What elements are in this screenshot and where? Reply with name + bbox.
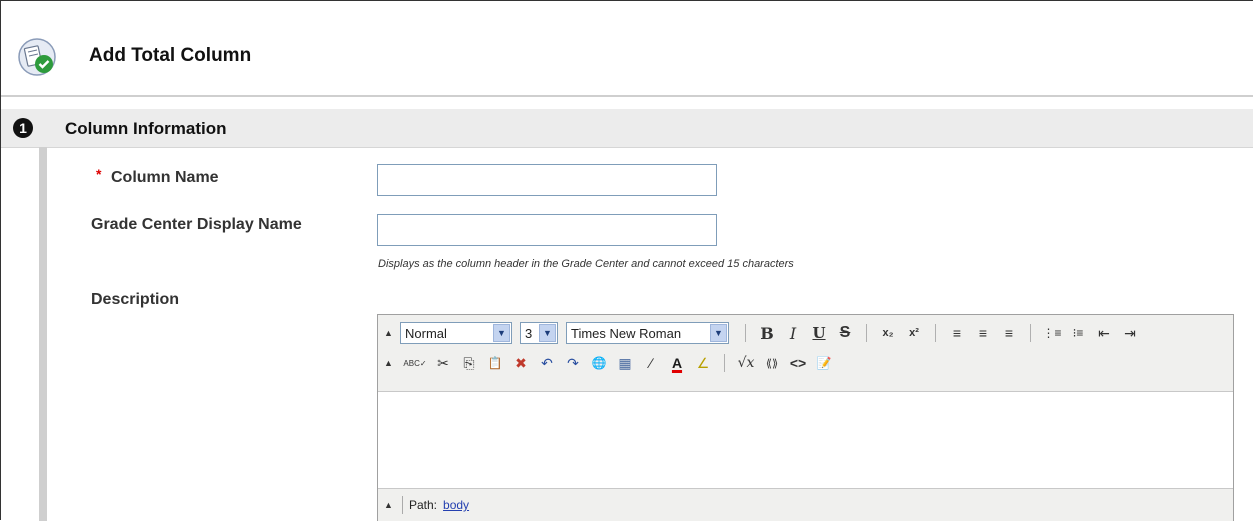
column-name-label: Column Name [111,169,219,186]
align-center-icon[interactable]: ≡ [972,322,994,344]
section-title: Column Information [65,119,227,138]
chevron-down-icon: ▼ [710,324,727,342]
cut-icon[interactable]: ✂ [432,352,454,374]
step-number-badge: 1 [13,118,33,138]
text-color-icon[interactable]: A [666,352,688,374]
draw-icon[interactable]: ∕ [640,352,662,374]
collapse-toolbar-icon[interactable]: ▲ [384,328,396,338]
editor-content-area[interactable] [378,392,1233,488]
indent-icon[interactable]: ⇥ [1119,322,1141,344]
column-check-icon [18,38,56,76]
copy-icon[interactable]: ⎘ [458,352,480,374]
toolbar-separator [935,324,936,342]
display-name-label: Grade Center Display Name [91,216,302,233]
strikethrough-icon[interactable]: S [834,322,856,344]
toolbar-row-1: ▲ Normal ▼ 3 ▼ Times New Roman ▼ B I U S [384,319,1143,347]
editor-toolbar: ▲ Normal ▼ 3 ▼ Times New Roman ▼ B I U S [378,315,1233,392]
toolbar-separator [745,324,746,342]
required-marker: * [96,166,102,182]
paste-icon[interactable]: 📋 [484,352,506,374]
section-header: 1 Column Information [1,109,1253,148]
page-frame: Add Total Column 1 Column Information * … [0,0,1253,521]
display-name-input[interactable] [377,214,717,246]
path-label: Path: [409,498,438,512]
size-select[interactable]: 3 ▼ [520,322,558,344]
ordered-list-icon[interactable]: ⋮≡ [1041,322,1063,344]
font-select-value: Times New Roman [571,325,682,341]
description-editor: ▲ Normal ▼ 3 ▼ Times New Roman ▼ B I U S [377,314,1234,521]
format-select-value: Normal [405,325,447,341]
column-name-input[interactable] [377,164,717,196]
page-title: Add Total Column [89,45,252,66]
anchor-icon[interactable]: ⟪⟫ [761,352,783,374]
chevron-down-icon: ▼ [539,324,556,342]
math-equation-icon[interactable]: √x [735,352,757,374]
display-name-hint: Displays as the column header in the Gra… [378,258,794,270]
highlight-color-icon[interactable]: ∠ [692,352,714,374]
outdent-icon[interactable]: ⇤ [1093,322,1115,344]
spellcheck-icon[interactable]: ABC✓ [402,352,428,374]
font-select[interactable]: Times New Roman ▼ [566,322,729,344]
chevron-down-icon: ▼ [493,324,510,342]
toolbar-separator [866,324,867,342]
superscript-icon[interactable]: x² [903,322,925,344]
clear-formatting-icon[interactable]: ✖ [510,352,532,374]
editor-status-bar: ▲ Path: body [378,488,1233,521]
toolbar-separator [1030,324,1031,342]
collapse-toolbar-icon[interactable]: ▲ [384,358,396,368]
size-select-value: 3 [525,325,533,341]
undo-icon[interactable]: ↶ [536,352,558,374]
subscript-icon[interactable]: x₂ [877,322,899,344]
toolbar-separator [724,354,725,372]
format-select[interactable]: Normal ▼ [400,322,512,344]
align-left-icon[interactable]: ≡ [946,322,968,344]
html-source-icon[interactable]: <> [787,352,809,374]
toolbar-row-2: ▲ ABC✓ ✂ ⎘ 📋 ✖ ↶ ↷ 🌐 ▦ ∕ A ∠ √x ⟪⟫ <> 📝 [384,349,837,377]
description-label: Description [91,291,180,308]
unordered-list-icon[interactable]: ⁝≡ [1067,322,1089,344]
insert-link-icon[interactable]: 🌐 [588,352,610,374]
path-body-link[interactable]: body [443,498,469,512]
align-right-icon[interactable]: ≡ [998,322,1020,344]
collapse-statusbar-icon[interactable]: ▲ [384,500,396,510]
status-separator [402,496,403,514]
insert-table-icon[interactable]: ▦ [614,352,636,374]
page-header: Add Total Column [1,1,1253,97]
italic-icon[interactable]: I [782,322,804,344]
underline-icon[interactable]: U [808,322,830,344]
preview-icon[interactable]: 📝 [813,352,835,374]
bold-icon[interactable]: B [756,322,778,344]
redo-icon[interactable]: ↷ [562,352,584,374]
section-side-bar [39,147,47,521]
